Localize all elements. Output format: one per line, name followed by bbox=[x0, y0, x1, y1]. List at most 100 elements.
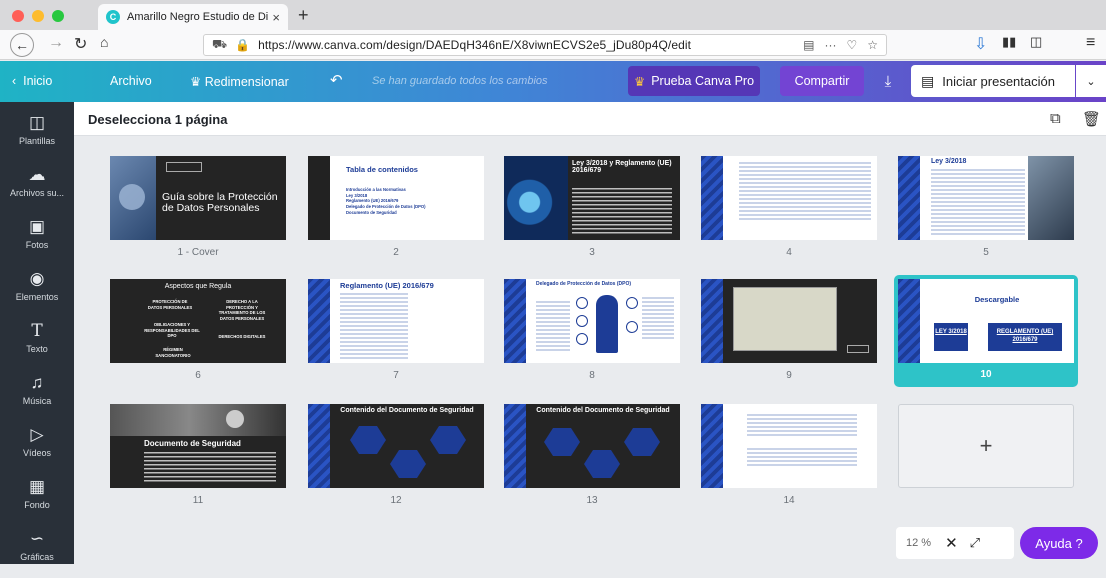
slide-title: Documento de Seguridad bbox=[144, 439, 241, 448]
downloads-icon[interactable]: ⇩ bbox=[974, 34, 987, 54]
slide-3[interactable]: Ley 3/2018 y Reglamento (UE) 2016/679 3 bbox=[504, 156, 680, 258]
shield-icon: ⛟ bbox=[212, 37, 228, 51]
slide-4[interactable]: 4 bbox=[701, 156, 877, 258]
side-band bbox=[701, 156, 723, 240]
share-button[interactable]: Compartir bbox=[780, 66, 864, 96]
slide-title: Reglamento (UE) 2016/679 bbox=[340, 281, 434, 290]
slide-14[interactable]: 14 bbox=[701, 404, 877, 506]
page-actions-icon[interactable]: ··· bbox=[824, 38, 836, 52]
sidebar-toggle-icon[interactable]: ◫ bbox=[1030, 34, 1042, 50]
slide-1[interactable]: Guía sobre la Protección de Datos Person… bbox=[110, 156, 286, 258]
padlock-icon bbox=[119, 184, 145, 210]
library-icon[interactable]: ▮▮ bbox=[1002, 34, 1016, 50]
side-band bbox=[898, 279, 920, 363]
aspect-item: DERECHO A LA PROTECCIÓN Y TRATAMIENTO DE… bbox=[218, 299, 266, 322]
slide-9[interactable]: 9 bbox=[701, 279, 877, 381]
slide-thumbnail: Tabla de contenidos Introducción a las N… bbox=[308, 156, 484, 240]
chevron-down-icon[interactable]: ⌄ bbox=[1076, 65, 1106, 97]
close-grid-icon[interactable]: ✕ bbox=[945, 534, 958, 552]
undo-icon[interactable]: ↶ bbox=[330, 71, 343, 89]
hexagon-shape bbox=[390, 450, 426, 478]
slide-thumbnail bbox=[701, 156, 877, 240]
body-text-lines bbox=[642, 297, 674, 341]
side-band bbox=[701, 404, 723, 488]
sidebar-item-uploads[interactable]: ☁ Archivos su... bbox=[0, 164, 74, 214]
sidebar-item-videos[interactable]: ▷ Vídeos bbox=[0, 424, 74, 474]
fullscreen-icon[interactable]: ⤢ bbox=[970, 535, 980, 551]
tab-title: Amarillo Negro Estudio de Dise bbox=[127, 11, 269, 23]
slide-12[interactable]: Contenido del Documento de Seguridad 12 bbox=[308, 404, 484, 506]
zoom-control[interactable]: 12 % ✕ ⤢ bbox=[896, 527, 1014, 559]
help-button[interactable]: Ayuda ? bbox=[1020, 527, 1098, 559]
back-button[interactable]: ← bbox=[10, 33, 34, 57]
zoom-value: 12 % bbox=[906, 537, 932, 549]
slide-10[interactable]: Descargable LEY 3/2018 REGLAMENTO (UE) 2… bbox=[894, 275, 1078, 387]
duplicate-icon[interactable]: ⧉ bbox=[1050, 110, 1061, 127]
reload-button[interactable]: ↻ bbox=[74, 34, 87, 54]
slide-2[interactable]: Tabla de contenidos Introducción a las N… bbox=[308, 156, 484, 258]
deselect-pages-label[interactable]: Deselecciona 1 página bbox=[88, 112, 227, 127]
aspect-item: RÉGIMEN SANCIONATORIO bbox=[155, 347, 191, 358]
canva-favicon-icon: C bbox=[106, 10, 120, 24]
slide-label: 12 bbox=[390, 495, 402, 506]
resize-menu[interactable]: ♛ Redimensionar bbox=[190, 74, 289, 89]
body-text-lines bbox=[144, 452, 276, 482]
try-pro-button[interactable]: ♛ Prueba Canva Pro bbox=[628, 66, 760, 96]
slide-11[interactable]: Documento de Seguridad 11 bbox=[110, 404, 286, 506]
sidebar-item-texto[interactable]: T Texto bbox=[0, 320, 74, 370]
reader-view-icon[interactable]: ▤ bbox=[803, 38, 814, 52]
pocket-icon[interactable]: ♡ bbox=[846, 38, 857, 52]
sidebar-item-plantillas[interactable]: ◫ Plantillas bbox=[0, 112, 74, 162]
bookmark-star-icon[interactable]: ☆ bbox=[867, 38, 878, 52]
home-button[interactable]: ⌂ bbox=[100, 34, 108, 50]
browser-tab[interactable]: C Amarillo Negro Estudio de Dise × bbox=[98, 4, 288, 30]
sidebar-item-elementos[interactable]: ◉ Elementos bbox=[0, 268, 74, 318]
sidebar-item-graficas[interactable]: ∽ Gráficas bbox=[0, 528, 74, 578]
canva-top-bar: ‹ Inicio Archivo ♛ Redimensionar ↶ Se ha… bbox=[0, 61, 1106, 102]
window-minimize-button[interactable] bbox=[32, 10, 44, 22]
sidebar-item-fotos[interactable]: ▣ Fotos bbox=[0, 216, 74, 266]
side-band bbox=[701, 279, 723, 363]
slide-label: 6 bbox=[195, 370, 201, 381]
slide-6[interactable]: Aspectos que Regula PROTECCIÓN DE DATOS … bbox=[110, 279, 286, 381]
window-close-button[interactable] bbox=[12, 10, 24, 22]
slide-8[interactable]: Delegado de Protección de Datos (DPO) 8 bbox=[504, 279, 680, 381]
hexagon-shape bbox=[584, 450, 620, 478]
circle-icon bbox=[576, 315, 588, 327]
background-icon: ▦ bbox=[28, 477, 46, 496]
hexagon-shape bbox=[430, 426, 466, 454]
slide-7[interactable]: Reglamento (UE) 2016/679 7 bbox=[308, 279, 484, 381]
music-icon: ♫ bbox=[30, 373, 44, 392]
present-button[interactable]: ▤ Iniciar presentación bbox=[911, 65, 1075, 97]
slide-label: 3 bbox=[589, 247, 595, 258]
try-pro-label: Prueba Canva Pro bbox=[651, 74, 755, 88]
slide-5[interactable]: Ley 3/2018 5 bbox=[898, 156, 1074, 258]
forward-button[interactable]: → bbox=[48, 34, 64, 52]
slide-label: 8 bbox=[589, 370, 595, 381]
page-grid-view: Deselecciona 1 página ⧉ 🗑 Guía sobre la … bbox=[74, 102, 1106, 564]
trash-icon[interactable]: 🗑 bbox=[1082, 110, 1101, 128]
lock-icon: 🔒 bbox=[235, 38, 251, 52]
new-tab-button[interactable]: + bbox=[298, 5, 309, 26]
sidebar-item-musica[interactable]: ♫ Música bbox=[0, 372, 74, 422]
security-image bbox=[110, 404, 286, 436]
university-logo bbox=[847, 345, 869, 353]
sidebar-item-fondo[interactable]: ▦ Fondo bbox=[0, 476, 74, 526]
file-menu[interactable]: Archivo bbox=[110, 74, 152, 88]
home-link[interactable]: ‹ Inicio bbox=[12, 74, 52, 88]
download-icon[interactable]: ⤓ bbox=[873, 66, 903, 96]
hamburger-menu-icon[interactable]: ≡ bbox=[1086, 34, 1095, 52]
add-page-button[interactable]: + bbox=[898, 404, 1074, 488]
chart-icon: ∽ bbox=[29, 529, 45, 548]
tab-close-icon[interactable]: × bbox=[272, 10, 280, 25]
sidebar-label: Fotos bbox=[25, 240, 49, 250]
slide-13[interactable]: Contenido del Documento de Seguridad 13 bbox=[504, 404, 680, 506]
slide-thumbnail bbox=[701, 279, 877, 363]
address-bar[interactable]: ⛟ 🔒 https://www.canva.com/design/DAEDqH3… bbox=[203, 34, 887, 56]
hexagon-shape bbox=[624, 428, 660, 456]
slide-thumbnail: Reglamento (UE) 2016/679 bbox=[308, 279, 484, 363]
slide-title: Tabla de contenidos bbox=[346, 165, 418, 174]
save-status: Se han guardado todos los cambios bbox=[372, 75, 548, 87]
download-link-reglamento: REGLAMENTO (UE) 2016/679 bbox=[988, 323, 1062, 351]
window-maximize-button[interactable] bbox=[52, 10, 64, 22]
